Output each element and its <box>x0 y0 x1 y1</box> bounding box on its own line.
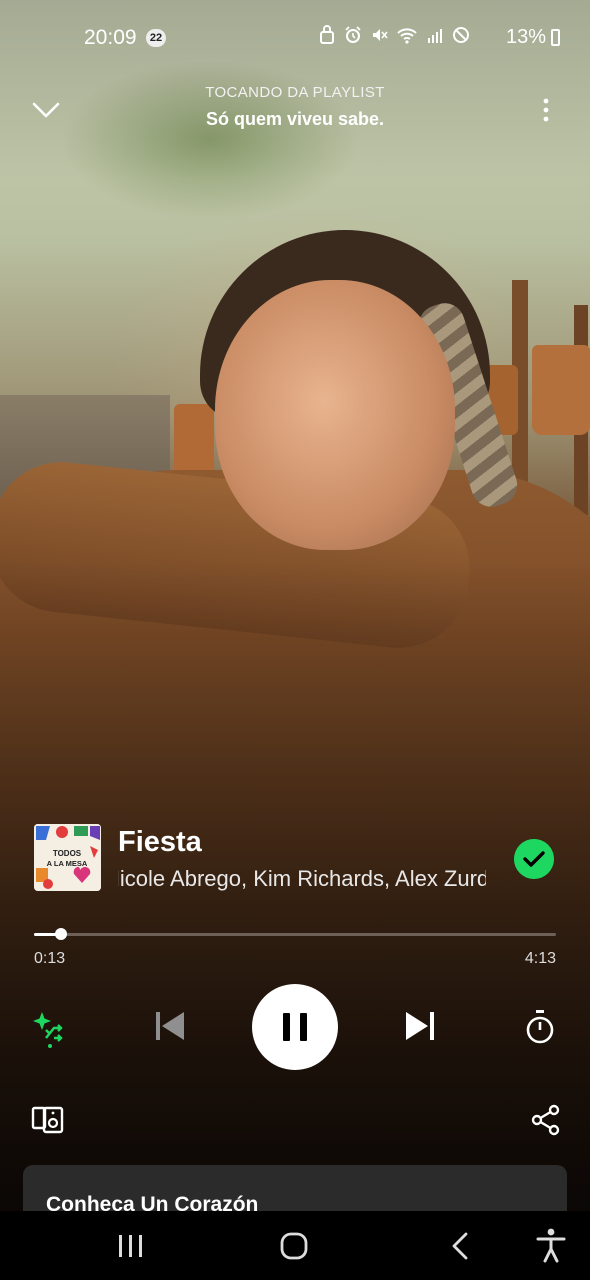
status-time: 20:09 <box>84 26 137 49</box>
total-time: 4:13 <box>524 950 556 967</box>
playlist-name[interactable]: Só quem viveu sabe. <box>0 109 590 130</box>
liked-check-icon[interactable] <box>514 839 554 879</box>
status-icons <box>318 24 470 46</box>
recent-apps-icon[interactable] <box>112 1231 148 1261</box>
cover-text-line1: TODOS <box>53 849 82 858</box>
canvas-video-background <box>0 0 590 1280</box>
accessibility-icon[interactable] <box>534 1227 568 1263</box>
previous-track-icon[interactable] <box>150 1006 190 1046</box>
progress-handle[interactable] <box>55 928 67 940</box>
video-shade-overlay <box>0 0 590 1280</box>
alarm-icon <box>345 26 361 43</box>
player-header: TOCANDO DA PLAYLIST Só quem viveu sabe. <box>0 74 590 144</box>
back-icon[interactable] <box>444 1229 478 1263</box>
playback-controls <box>0 982 590 1072</box>
elapsed-time: 0:13 <box>34 950 66 967</box>
more-options-icon[interactable] <box>532 92 560 128</box>
pause-button[interactable] <box>252 984 338 1070</box>
home-icon[interactable] <box>276 1229 312 1263</box>
notification-badge: 22 <box>146 29 166 47</box>
battery-icon <box>551 29 560 46</box>
mute-icon <box>373 29 388 41</box>
track-info: TODOS A LA MESA Fiesta Nicole Abrego, Ki… <box>34 824 556 892</box>
album-cover[interactable]: TODOS A LA MESA <box>34 824 101 891</box>
sleep-timer-icon[interactable] <box>520 1008 560 1048</box>
connect-device-icon[interactable] <box>30 1102 66 1138</box>
progress-track[interactable] <box>34 933 556 936</box>
pause-icon <box>283 1013 307 1041</box>
cover-text-line2: A LA MESA <box>47 859 88 868</box>
dnd-icon <box>453 27 469 43</box>
track-title[interactable]: Fiesta <box>118 826 202 859</box>
artist-marquee[interactable]: Nicole Abrego, Kim Richards, Alex Zurdo <box>118 866 486 896</box>
context-label: TOCANDO DA PLAYLIST <box>205 84 385 101</box>
share-icon[interactable] <box>528 1102 564 1138</box>
smart-shuffle-icon[interactable] <box>30 1008 70 1048</box>
system-nav-bar <box>0 1211 590 1280</box>
lock-sync-icon <box>320 25 334 44</box>
album-cover-art: TODOS A LA MESA <box>34 824 101 891</box>
playback-progress[interactable]: 0:13 4:13 <box>34 924 556 970</box>
wifi-icon <box>397 28 417 44</box>
signal-icon <box>428 29 442 43</box>
next-track-icon[interactable] <box>400 1006 440 1046</box>
status-bar: 20:09 22 13% <box>0 0 590 64</box>
bottom-actions <box>0 1100 590 1140</box>
track-artists: Nicole Abrego, Kim Richards, Alex Zurdo <box>118 866 486 891</box>
battery-percent: 13% <box>505 26 546 48</box>
